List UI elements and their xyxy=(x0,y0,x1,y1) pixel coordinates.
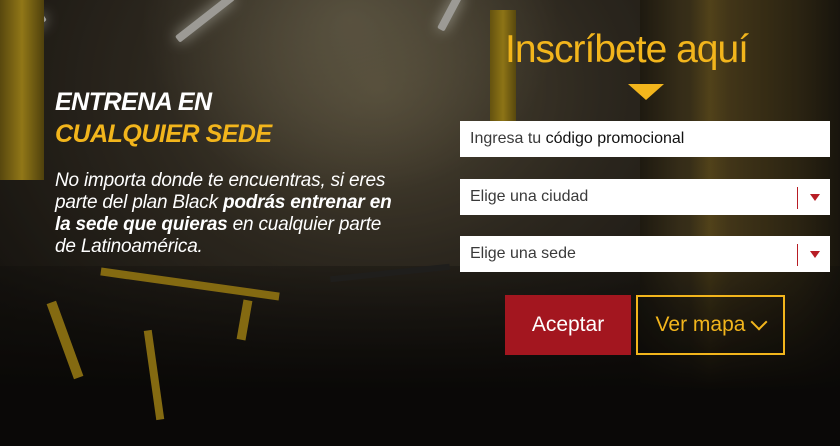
view-map-label: Ver mapa xyxy=(655,313,746,336)
select-divider xyxy=(797,244,798,266)
headline-line-1: ENTRENA EN xyxy=(55,88,212,116)
triangle-down-icon xyxy=(628,84,664,100)
promo-text-block: ENTRENA EN CUALQUIER SEDE No importa don… xyxy=(55,86,415,258)
description: No importa donde te encuentras, si eres … xyxy=(55,170,405,258)
caret-down-icon xyxy=(810,194,820,201)
accept-button[interactable]: Aceptar xyxy=(505,295,631,355)
caret-down-icon xyxy=(810,251,820,258)
select-divider xyxy=(797,187,798,209)
sede-select-value: Elige una sede xyxy=(470,245,576,262)
city-select[interactable]: Elige una ciudad xyxy=(460,179,830,215)
headline-word-sede: SEDE xyxy=(205,120,273,148)
city-select-value: Elige una ciudad xyxy=(470,188,589,205)
promo-placeholder-prefix: Ingresa tu xyxy=(470,130,546,147)
chevron-down-icon xyxy=(750,313,768,331)
sede-select[interactable]: Elige una sede xyxy=(460,236,830,272)
promo-placeholder-strong: código promocional xyxy=(545,130,685,147)
headline-word-cualquier: CUALQUIER xyxy=(55,120,200,148)
view-map-button[interactable]: Ver mapa xyxy=(636,295,785,355)
promo-code-input[interactable]: Ingresa tu código promocional xyxy=(460,121,830,157)
form-title: Inscríbete aquí xyxy=(505,28,749,71)
headline-line-2: CUALQUIER SEDE xyxy=(55,118,415,150)
